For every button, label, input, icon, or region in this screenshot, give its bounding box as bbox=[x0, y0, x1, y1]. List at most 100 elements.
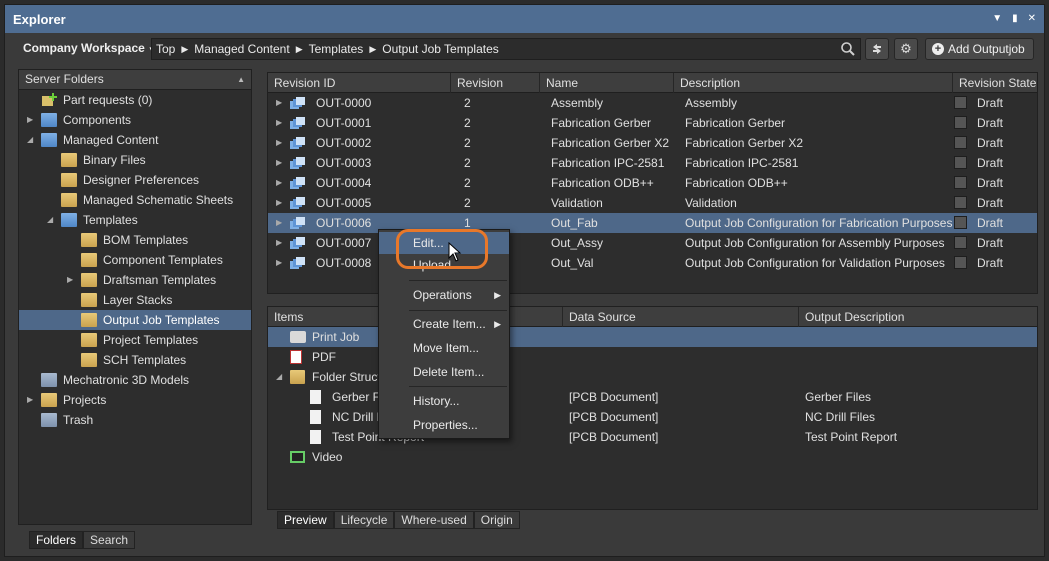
left-panel-tabs: Folders Search bbox=[29, 531, 136, 549]
tab-origin[interactable]: Origin bbox=[473, 511, 520, 529]
tree-item-bom-templates[interactable]: BOM Templates bbox=[19, 230, 251, 250]
settings-button[interactable]: ⚙ bbox=[894, 38, 918, 60]
cell-revision-id: OUT-0000 bbox=[316, 96, 372, 110]
projects-icon bbox=[41, 393, 57, 407]
tree-item-managed-content[interactable]: ◢ Managed Content bbox=[19, 130, 251, 150]
menu-item-properties[interactable]: Properties... bbox=[379, 414, 509, 436]
breadcrumb-managed-content[interactable]: Managed Content bbox=[194, 42, 289, 56]
state-checkbox[interactable] bbox=[954, 176, 967, 189]
menu-item-create-item[interactable]: Create Item... ▶ bbox=[379, 313, 509, 335]
tree-item-component-templates[interactable]: Component Templates bbox=[19, 250, 251, 270]
state-checkbox[interactable] bbox=[954, 136, 967, 149]
expand-icon[interactable]: ▶ bbox=[27, 390, 33, 410]
column-revision-state[interactable]: Revision State bbox=[953, 73, 1039, 93]
expand-icon[interactable]: ▶ bbox=[276, 173, 282, 193]
state-checkbox[interactable] bbox=[954, 216, 967, 229]
tree-item-sch-templates[interactable]: SCH Templates bbox=[19, 350, 251, 370]
tab-preview[interactable]: Preview bbox=[277, 511, 334, 529]
expand-icon[interactable]: ▶ bbox=[276, 93, 282, 113]
cell-revision: 2 bbox=[464, 196, 471, 210]
expand-icon[interactable]: ▶ bbox=[276, 113, 282, 133]
expand-icon[interactable]: ▶ bbox=[276, 233, 282, 253]
breadcrumb-templates[interactable]: Templates bbox=[309, 42, 364, 56]
breadcrumb-top[interactable]: Top bbox=[156, 42, 175, 56]
table-row[interactable]: ▶ OUT-0000 2 Assembly Assembly Draft bbox=[268, 93, 1037, 113]
tree-item-part-requests[interactable]: Part requests (0) bbox=[19, 90, 251, 110]
server-folders-panel: Server Folders ▲ Part requests (0) ▶ Com… bbox=[18, 69, 252, 525]
cell-revision-id: OUT-0006 bbox=[316, 216, 372, 230]
tree-item-draftsman-templates[interactable]: ▶ Draftsman Templates bbox=[19, 270, 251, 290]
state-checkbox[interactable] bbox=[954, 196, 967, 209]
folder-icon bbox=[81, 313, 97, 327]
column-revision[interactable]: Revision bbox=[451, 73, 540, 93]
close-icon[interactable]: ✕ bbox=[1028, 13, 1036, 24]
cell-revision-state: Draft bbox=[977, 236, 1004, 250]
highlight-ring bbox=[396, 229, 488, 269]
cell-revision: 2 bbox=[464, 96, 471, 110]
table-row[interactable]: ▶ OUT-0001 2 Fabrication Gerber Fabrication … bbox=[268, 113, 1037, 133]
tree-item-trash[interactable]: Trash bbox=[19, 410, 251, 430]
expand-icon[interactable]: ▶ bbox=[276, 153, 282, 173]
workspace-selector[interactable]: Company Workspace▼ bbox=[23, 41, 156, 55]
add-outputjob-button[interactable]: + Add Outputjob bbox=[925, 38, 1034, 60]
breadcrumb[interactable]: Top ▶ Managed Content ▶ Templates ▶ Outp… bbox=[151, 38, 861, 60]
refresh-button[interactable] bbox=[865, 38, 889, 60]
list-item[interactable]: Video bbox=[268, 447, 1037, 467]
tree-item-output-job-templates[interactable]: Output Job Templates bbox=[19, 310, 251, 330]
menu-item-move-item[interactable]: Move Item... bbox=[379, 337, 509, 359]
column-output-description[interactable]: Output Description bbox=[799, 307, 1039, 327]
tab-where-used[interactable]: Where-used bbox=[394, 511, 474, 529]
tree-item-project-templates[interactable]: Project Templates bbox=[19, 330, 251, 350]
menu-separator bbox=[409, 280, 507, 281]
pin-icon[interactable]: ▮ bbox=[1012, 13, 1018, 24]
expand-icon[interactable]: ▶ bbox=[276, 253, 282, 273]
cell-name: Fabrication IPC-2581 bbox=[551, 156, 665, 170]
state-checkbox[interactable] bbox=[954, 116, 967, 129]
tree-item-layer-stacks[interactable]: Layer Stacks bbox=[19, 290, 251, 310]
menu-item-operations[interactable]: Operations ▶ bbox=[379, 284, 509, 306]
collapse-icon[interactable]: ◢ bbox=[27, 130, 33, 150]
expand-icon[interactable]: ▶ bbox=[67, 270, 73, 290]
table-row[interactable]: ▶ OUT-0003 2 Fabrication IPC-2581 Fabricatio… bbox=[268, 153, 1037, 173]
tree-item-designer-preferences[interactable]: Designer Preferences bbox=[19, 170, 251, 190]
tree-item-templates[interactable]: ◢ Templates bbox=[19, 210, 251, 230]
menu-item-delete-item[interactable]: Delete Item... bbox=[379, 361, 509, 383]
collapse-icon[interactable]: ◢ bbox=[276, 367, 282, 387]
expand-icon[interactable]: ▶ bbox=[276, 213, 282, 233]
tree-item-managed-schematic-sheets[interactable]: Managed Schematic Sheets bbox=[19, 190, 251, 210]
output-job-icon bbox=[290, 257, 305, 269]
expand-icon[interactable]: ▶ bbox=[276, 193, 282, 213]
column-name[interactable]: Name bbox=[540, 73, 674, 93]
tree-item-components[interactable]: ▶ Components bbox=[19, 110, 251, 130]
column-description[interactable]: Description bbox=[674, 73, 953, 93]
cell-description: Output Job Configuration for Assembly Pu… bbox=[685, 236, 945, 250]
toolbar: Company Workspace▼ Top ▶ Managed Content… bbox=[5, 37, 1044, 63]
tab-lifecycle[interactable]: Lifecycle bbox=[333, 511, 395, 529]
menu-item-history[interactable]: History... bbox=[379, 390, 509, 412]
state-checkbox[interactable] bbox=[954, 156, 967, 169]
breadcrumb-output-job-templates[interactable]: Output Job Templates bbox=[382, 42, 499, 56]
cell-description: Output Job Configuration for Validation … bbox=[685, 256, 945, 270]
expand-icon[interactable]: ▶ bbox=[276, 133, 282, 153]
tab-search[interactable]: Search bbox=[83, 531, 136, 549]
table-row[interactable]: ▶ OUT-0002 2 Fabrication Gerber X2 Fabricati… bbox=[268, 133, 1037, 153]
search-icon[interactable] bbox=[840, 41, 856, 57]
server-folders-header[interactable]: Server Folders ▲ bbox=[19, 70, 251, 90]
state-checkbox[interactable] bbox=[954, 256, 967, 269]
collapse-icon[interactable]: ◢ bbox=[47, 210, 53, 230]
table-row[interactable]: ▶ OUT-0004 2 Fabrication ODB++ Fabrication O… bbox=[268, 173, 1037, 193]
expand-icon[interactable]: ▶ bbox=[27, 110, 33, 130]
folder-icon bbox=[81, 333, 97, 347]
submenu-arrow-icon: ▶ bbox=[494, 290, 501, 300]
state-checkbox[interactable] bbox=[954, 236, 967, 249]
state-checkbox[interactable] bbox=[954, 96, 967, 109]
dropdown-arrow-icon[interactable]: ▼ bbox=[992, 13, 1002, 24]
column-revision-id[interactable]: Revision ID bbox=[268, 73, 451, 93]
tree-item-binary-files[interactable]: Binary Files bbox=[19, 150, 251, 170]
tab-folders[interactable]: Folders bbox=[29, 531, 84, 549]
tree-item-mechatronic-3d-models[interactable]: Mechatronic 3D Models bbox=[19, 370, 251, 390]
table-row[interactable]: ▶ OUT-0005 2 Validation Validation Draft bbox=[268, 193, 1037, 213]
cell-revision-id: OUT-0003 bbox=[316, 156, 372, 170]
column-data-source[interactable]: Data Source bbox=[563, 307, 799, 327]
tree-item-projects[interactable]: ▶ Projects bbox=[19, 390, 251, 410]
